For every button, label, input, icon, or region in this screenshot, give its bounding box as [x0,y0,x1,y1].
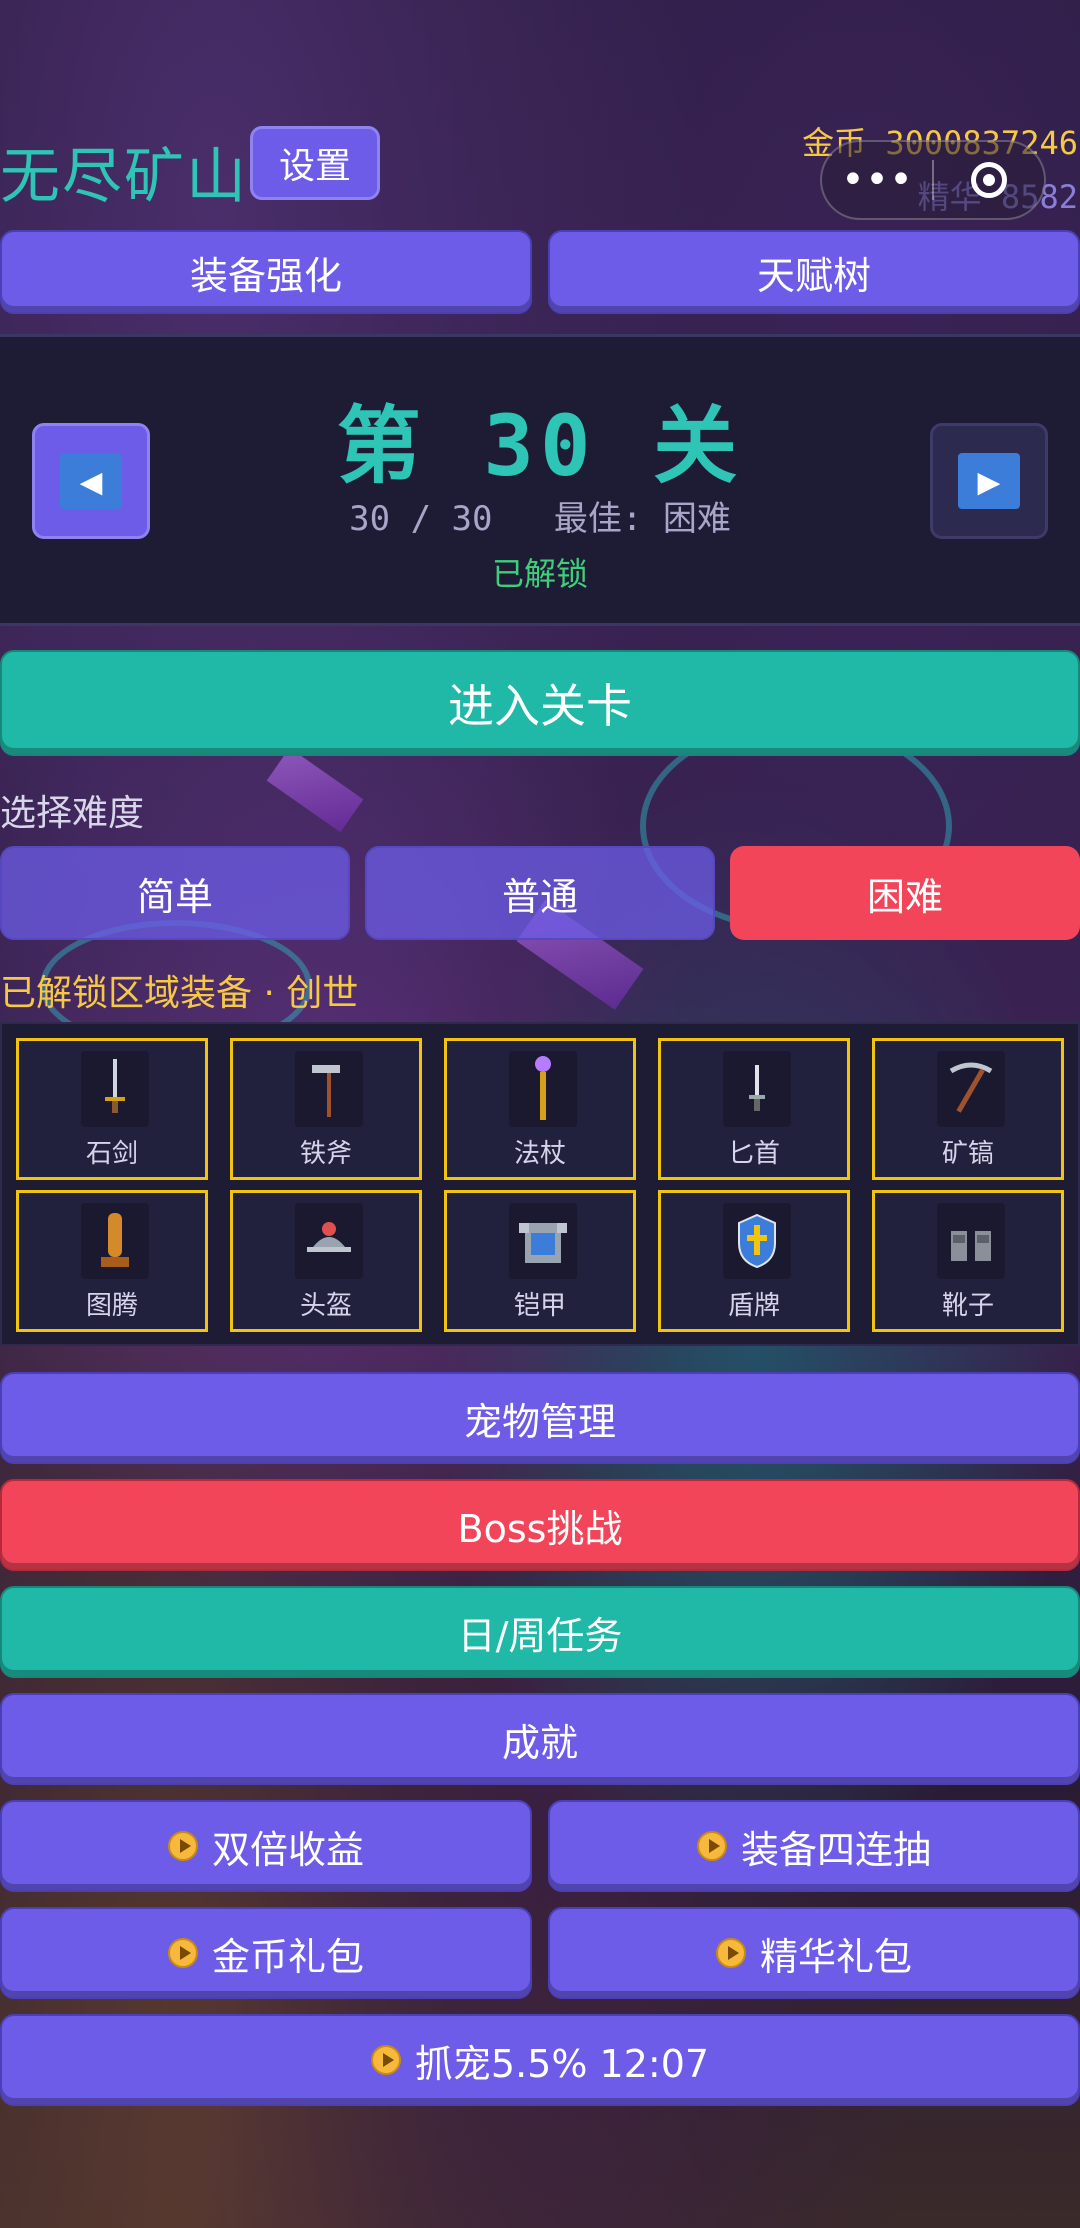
essence-pack-button[interactable]: 精华礼包 [548,1907,1080,1999]
equipment-slot[interactable]: 铁斧 [230,1038,422,1180]
equipment-name: 头盔 [299,1291,352,1321]
right-arrow-icon: ▶ [958,453,1020,509]
equipment-zone-label: 已解锁区域装备 · 创世 [0,973,359,1014]
equipment-enhance-button[interactable]: 装备强化 [0,230,532,314]
difficulty-normal-button[interactable]: 普通 [365,846,715,940]
equipment-name: 靴子 [941,1291,994,1321]
video-ad-icon [696,1831,727,1861]
talent-tree-button[interactable]: 天赋树 [548,230,1080,314]
tasks-button[interactable]: 日/周任务 [0,1586,1080,1678]
boss-challenge-button[interactable]: Boss挑战 [0,1479,1080,1571]
equipment-slot[interactable]: 图腾 [16,1190,208,1332]
equipment-name: 铁斧 [299,1139,352,1169]
equipment-slot[interactable]: 石剑 [16,1038,208,1180]
equipment-name: 匕首 [727,1139,780,1169]
double-income-label: 双倍收益 [211,1827,364,1872]
video-ad-icon [370,2045,401,2075]
difficulty-label: 选择难度 [0,793,145,834]
boots-icon [937,1203,1005,1279]
equipment-name: 石剑 [85,1139,138,1169]
equipment-slot[interactable]: 靴子 [872,1190,1064,1332]
equipment-slot[interactable]: 盾牌 [658,1190,850,1332]
catch-pet-label: 抓宠5.5% 12:07 [414,2041,710,2086]
level-progress-count: 30 / 30 [349,499,493,539]
essence-pack-label: 精华礼包 [759,1934,912,1979]
armor-icon [509,1203,577,1279]
next-level-button[interactable]: ▶ [930,423,1048,539]
level-title: 第 30 关 [336,397,744,495]
settings-button[interactable]: 设置 [250,126,380,200]
double-income-button[interactable]: 双倍收益 [0,1800,532,1892]
totem-icon [81,1203,149,1279]
sword-icon [81,1051,149,1127]
difficulty-hard-button[interactable]: 困难 [730,846,1080,940]
equipment-name: 图腾 [85,1291,138,1321]
dagger-icon [723,1051,791,1127]
target-circle-icon[interactable] [934,162,1044,198]
more-dots-icon[interactable]: ••• [822,160,932,200]
equipment-slot[interactable]: 法杖 [444,1038,636,1180]
level-status: 已解锁 [491,555,588,593]
enter-level-button[interactable]: 进入关卡 [0,650,1080,756]
equipment-name: 盾牌 [727,1291,780,1321]
axe-icon [295,1051,363,1127]
equipment-name: 法杖 [513,1139,566,1169]
pickaxe-icon [937,1051,1005,1127]
equipment-name: 矿镐 [941,1139,994,1169]
mini-program-capsule: ••• [820,140,1046,220]
four-draw-label: 装备四连抽 [740,1827,931,1872]
level-best: 最佳: 困难 [553,499,731,539]
pet-management-button[interactable]: 宠物管理 [0,1372,1080,1464]
equipment-name: 铠甲 [513,1291,566,1321]
video-ad-icon [167,1831,198,1861]
game-title: 无尽矿山 [0,142,248,212]
catch-pet-button[interactable]: 抓宠5.5% 12:07 [0,2014,1080,2106]
equipment-slot[interactable]: 矿镐 [872,1038,1064,1180]
equipment-slot[interactable]: 头盔 [230,1190,422,1332]
level-panel: ◀ 第 30 关 30 / 30 最佳: 困难 已解锁 ▶ [0,334,1080,626]
achievements-button[interactable]: 成就 [0,1693,1080,1785]
helmet-icon [295,1203,363,1279]
equipment-slot[interactable]: 匕首 [658,1038,850,1180]
difficulty-easy-button[interactable]: 简单 [0,846,350,940]
video-ad-icon [715,1938,746,1968]
level-progress: 30 / 30 最佳: 困难 [0,491,1080,540]
shield-icon [723,1203,791,1279]
staff-icon [509,1051,577,1127]
gold-pack-label: 金币礼包 [211,1934,364,1979]
gold-pack-button[interactable]: 金币礼包 [0,1907,532,1999]
equipment-slot[interactable]: 铠甲 [444,1190,636,1332]
video-ad-icon [167,1938,198,1968]
four-draw-button[interactable]: 装备四连抽 [548,1800,1080,1892]
equipment-grid: 石剑 铁斧 法杖 匕首 矿镐 图腾 头盔 铠甲 盾牌 靴子 [0,1022,1080,1346]
